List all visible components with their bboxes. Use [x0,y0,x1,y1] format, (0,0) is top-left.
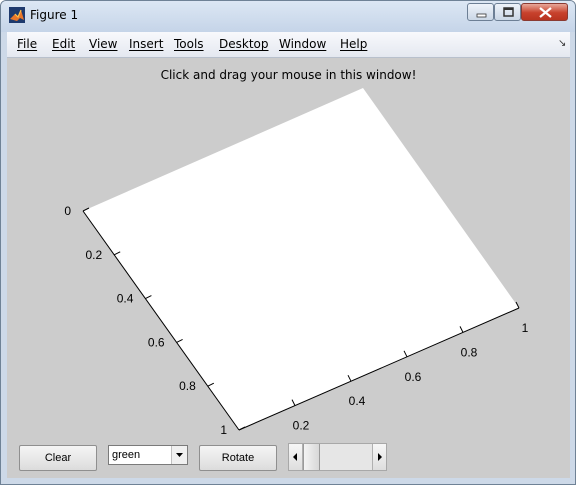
left-axis-tick-label: 0 [64,204,71,218]
menu-insert[interactable]: Insert [129,37,163,51]
minimize-button[interactable] [467,3,494,21]
menu-view[interactable]: View [89,37,117,51]
dock-arrow-icon[interactable]: ↘ [558,38,566,49]
dropdown-arrow[interactable] [171,446,187,464]
slider-right-button[interactable] [372,444,386,470]
rotate-button[interactable]: Rotate [199,445,277,471]
arrow-left-icon [293,453,297,461]
bottom-axis-tick-label: 1 [522,321,529,335]
color-dropdown[interactable]: green [108,445,188,465]
left-axis-tick-label: 1 [220,423,227,437]
slider-thumb[interactable] [303,444,320,470]
minimize-icon [476,13,487,18]
rotation-slider[interactable] [288,443,387,471]
axes-3d[interactable]: 0 0.2 0.4 0.6 0.8 1 0.2 0.4 0.6 0.8 1 [7,58,570,478]
maximize-icon [503,7,514,17]
chevron-down-icon [176,453,183,457]
left-axis-tick-label: 0.8 [179,379,196,393]
clear-button[interactable]: Clear [19,445,97,471]
menu-window[interactable]: Window [279,37,326,51]
axes-face [83,88,519,430]
color-dropdown-value: green [112,449,141,461]
bottom-axis-tick-label: 0.8 [461,345,478,359]
figure-canvas[interactable]: Click and drag your mouse in this window… [7,58,570,478]
bottom-axis-tick-label: 0.2 [293,419,310,433]
window-title: Figure 1 [30,8,79,22]
menu-file[interactable]: File [17,37,37,51]
left-axis-tick-label: 0.6 [148,335,165,349]
menu-edit[interactable]: Edit [52,37,75,51]
matlab-icon [9,7,25,23]
left-axis-tick-label: 0.2 [86,248,103,262]
bottom-axis-tick-label: 0.6 [405,370,422,384]
menu-tools[interactable]: Tools [174,37,204,51]
menu-bar: File Edit View Insert Tools Desktop Wind… [7,32,570,58]
bottom-axis-tick-label: 0.4 [349,394,366,408]
figure-window: Figure 1 File Edit View Insert Tools Des… [0,0,576,485]
menu-help[interactable]: Help [340,37,367,51]
slider-left-button[interactable] [289,444,303,470]
menu-desktop[interactable]: Desktop [219,37,269,51]
arrow-right-icon [378,453,382,461]
close-icon [539,7,552,18]
close-button[interactable] [521,3,568,21]
maximize-button[interactable] [494,3,521,21]
title-bar[interactable]: Figure 1 [1,1,575,32]
left-axis-tick-label: 0.4 [117,292,134,306]
